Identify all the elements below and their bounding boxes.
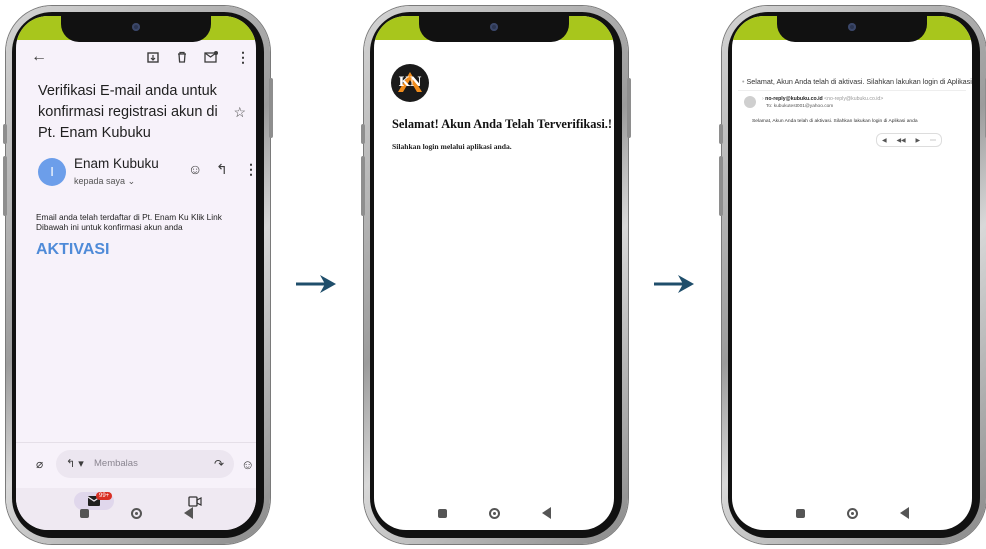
sender-name: Enam Kubuku bbox=[74, 156, 159, 171]
back-icon[interactable] bbox=[541, 507, 551, 519]
logo-text: KN bbox=[398, 75, 422, 90]
sender-name: no-reply@kubuku.co.id bbox=[765, 96, 823, 102]
more-vert-icon[interactable]: ⋮ bbox=[244, 162, 256, 176]
recents-icon[interactable] bbox=[795, 508, 805, 518]
activation-link[interactable]: AKTIVASI bbox=[36, 241, 109, 259]
phone-confirmation: KN Selamat! Akun Anda Telah Terverifikas… bbox=[361, 6, 631, 544]
more-horiz-icon[interactable]: ⋯ bbox=[930, 137, 936, 144]
reply-field[interactable]: ↰ ▾ Membalas ↷ bbox=[56, 450, 234, 478]
reply-all-icon[interactable]: ◀◀ bbox=[896, 137, 905, 144]
notch bbox=[777, 16, 927, 42]
home-icon[interactable] bbox=[846, 507, 858, 519]
email-subject: • Selamat, Akun Anda telah di aktivasi. … bbox=[742, 77, 972, 86]
phone-side-button bbox=[719, 156, 723, 216]
system-nav-bar bbox=[374, 496, 614, 530]
forward-icon[interactable]: ↷ bbox=[214, 457, 224, 471]
phone-side-button bbox=[361, 156, 365, 216]
reply-icon[interactable]: ↰ bbox=[216, 162, 228, 176]
avatar: I bbox=[38, 158, 66, 186]
recipient-label[interactable]: kepada saya ⌄ bbox=[74, 176, 135, 187]
message-actions: ◀ ◀◀ ▶ ⋯ bbox=[876, 133, 942, 147]
phone-gmail: ← ⋮ Verifikasi E-mail anda untuk konfirm… bbox=[3, 6, 273, 544]
chevron-down-icon: ⌄ bbox=[127, 176, 136, 186]
home-icon[interactable] bbox=[488, 507, 500, 519]
notch bbox=[61, 16, 211, 42]
phone-side-button bbox=[3, 124, 7, 144]
confirmation-message: Silahkan login melalui aplikasi anda. bbox=[392, 142, 512, 151]
back-arrow-icon[interactable]: ← bbox=[31, 49, 47, 65]
phone-side-button bbox=[361, 124, 365, 144]
recipient: To: kubukutest001@yahoo.com bbox=[766, 104, 834, 109]
archive-icon[interactable] bbox=[147, 51, 159, 63]
email-body: Selamat, Akun Anda telah di aktivasi. Si… bbox=[752, 119, 918, 124]
attach-icon[interactable]: ⌀ bbox=[36, 457, 43, 471]
arrow-right-icon bbox=[654, 275, 694, 293]
back-icon[interactable] bbox=[183, 507, 193, 519]
phone-mail-client: • Selamat, Akun Anda telah di aktivasi. … bbox=[719, 6, 986, 544]
more-vert-icon[interactable]: ⋮ bbox=[236, 50, 250, 64]
camera bbox=[490, 23, 498, 31]
recents-icon[interactable] bbox=[437, 508, 447, 518]
delete-icon[interactable] bbox=[176, 51, 188, 63]
emoji-icon[interactable]: ☺ bbox=[188, 162, 202, 176]
phone-side-button bbox=[3, 156, 7, 216]
phone-side-button bbox=[719, 124, 723, 144]
reply-icon[interactable]: ↰ ▾ bbox=[66, 457, 84, 471]
system-nav-bar bbox=[732, 496, 972, 530]
mark-unread-icon[interactable] bbox=[204, 51, 218, 63]
system-nav-bar bbox=[16, 496, 256, 530]
confirmation-screen: KN Selamat! Akun Anda Telah Terverifikas… bbox=[374, 16, 614, 530]
phone-side-button bbox=[627, 78, 631, 138]
phone-side-button bbox=[269, 78, 273, 138]
star-icon[interactable]: ☆ bbox=[233, 104, 246, 121]
forward-icon[interactable]: ▶ bbox=[916, 137, 921, 144]
divider bbox=[738, 90, 966, 91]
mail-client-screen: • Selamat, Akun Anda telah di aktivasi. … bbox=[732, 16, 972, 530]
emoji-icon[interactable]: ☺ bbox=[241, 458, 254, 472]
notch bbox=[419, 16, 569, 42]
email-subject: Verifikasi E-mail anda untuk konfirmasi … bbox=[38, 83, 218, 141]
camera bbox=[132, 23, 140, 31]
camera bbox=[848, 23, 856, 31]
recents-icon[interactable] bbox=[79, 508, 89, 518]
avatar bbox=[744, 96, 756, 108]
home-icon[interactable] bbox=[130, 507, 142, 519]
kubuku-logo: KN bbox=[391, 64, 429, 102]
sender: › no-reply@kubuku.co.id <no-reply@kubuku… bbox=[762, 96, 883, 102]
gmail-screen: ← ⋮ Verifikasi E-mail anda untuk konfirm… bbox=[16, 16, 256, 530]
reply-icon[interactable]: ◀ bbox=[882, 137, 887, 144]
divider bbox=[16, 442, 256, 443]
arrow-right-icon bbox=[296, 275, 336, 293]
page-title: Selamat! Akun Anda Telah Terverifikasi.! bbox=[392, 117, 612, 131]
sender-address: <no-reply@kubuku.co.id> bbox=[824, 96, 884, 102]
reply-placeholder: Membalas bbox=[94, 458, 138, 469]
back-icon[interactable] bbox=[899, 507, 909, 519]
email-body: Email anda telah terdaftar di Pt. Enam K… bbox=[36, 212, 222, 232]
email-subject-text: Selamat, Akun Anda telah di aktivasi. Si… bbox=[746, 77, 972, 86]
recipient-text: kepada saya bbox=[74, 176, 126, 186]
